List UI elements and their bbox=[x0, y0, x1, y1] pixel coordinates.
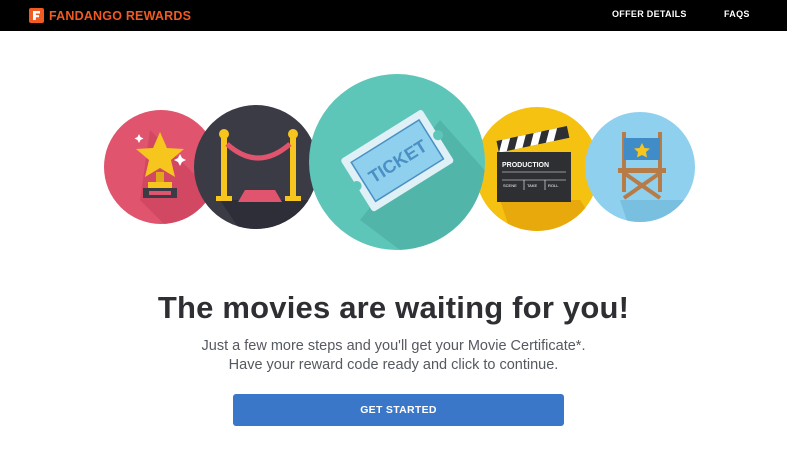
page-headline: The movies are waiting for you! bbox=[157, 290, 630, 325]
clapper-production-label: PRODUCTION bbox=[502, 162, 549, 169]
clapper-field-scene: SCENE bbox=[503, 183, 517, 188]
fandango-logo-icon bbox=[29, 8, 44, 23]
fandango-rewards-logo[interactable]: FANDANGO REWARDS bbox=[29, 7, 191, 24]
clapper-field-roll: ROLL bbox=[548, 183, 559, 188]
hero-illustration: PRODUCTION SCENE TAKE ROLL TICKET bbox=[0, 60, 787, 280]
top-navigation-bar: FANDANGO REWARDS OFFER DETAILS FAQS bbox=[0, 0, 787, 31]
clapper-field-take: TAKE bbox=[527, 183, 537, 188]
directors-chair-icon bbox=[585, 112, 695, 222]
subheading-line-1: Just a few more steps and you'll get you… bbox=[201, 338, 586, 354]
brand-primary-text: FANDANGO bbox=[49, 8, 123, 23]
brand-wordmark: FANDANGO REWARDS bbox=[49, 9, 191, 23]
subheading-line-2: Have your reward code ready and click to… bbox=[228, 357, 559, 373]
nav-faqs-link[interactable]: FAQS bbox=[724, 9, 750, 19]
brand-secondary-text: REWARDS bbox=[125, 8, 192, 23]
get-started-button[interactable]: GET STARTED bbox=[233, 394, 564, 426]
hero-circles-graphic: PRODUCTION SCENE TAKE ROLL TICKET bbox=[104, 74, 695, 250]
nav-offer-details-link[interactable]: OFFER DETAILS bbox=[612, 9, 687, 19]
